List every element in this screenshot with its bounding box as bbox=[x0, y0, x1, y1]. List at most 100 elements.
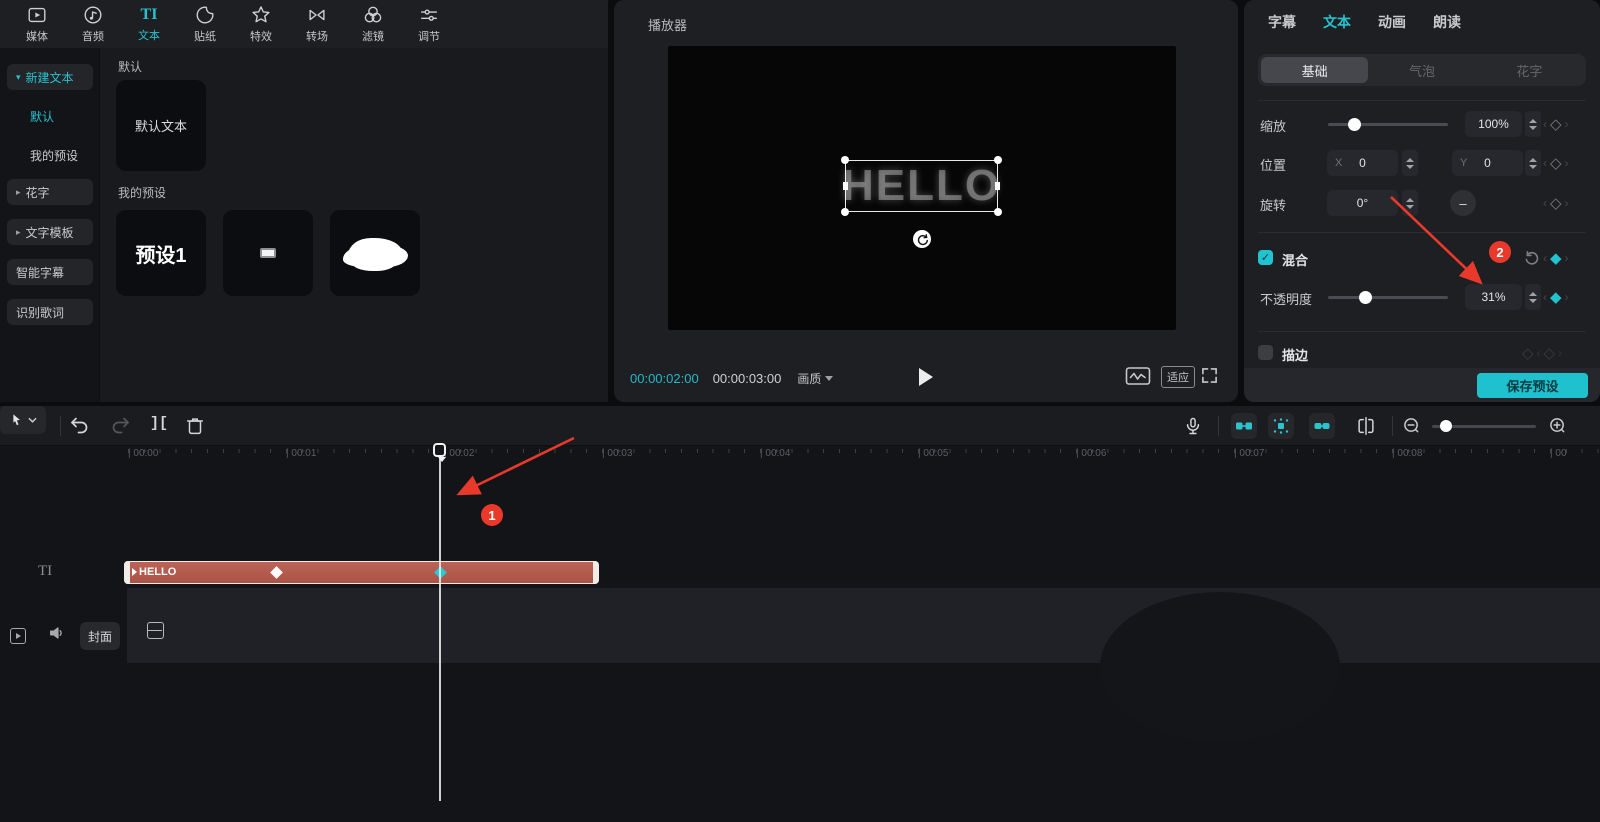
default-text-card[interactable]: 默认文本 bbox=[116, 80, 206, 171]
sidebar-item-recognize-lyrics[interactable]: 识别歌词 bbox=[7, 299, 93, 325]
rotate-handle-icon[interactable] bbox=[913, 230, 931, 248]
prev-keyframe-icon[interactable]: ‹ bbox=[1534, 346, 1544, 360]
quality-dropdown[interactable]: 画质 bbox=[797, 370, 833, 387]
next-keyframe-icon[interactable]: › bbox=[1562, 196, 1572, 210]
keyframe-marker-active[interactable] bbox=[434, 566, 447, 579]
sidebar-item-default[interactable]: 默认 bbox=[30, 108, 54, 125]
opacity-stepper[interactable] bbox=[1525, 284, 1541, 310]
linkage-button[interactable] bbox=[1309, 413, 1335, 439]
keyframe-diamond-icon[interactable]: ◇ bbox=[1550, 154, 1562, 172]
tab-text[interactable]: TI 文本 bbox=[121, 0, 177, 48]
text-selection-box[interactable]: HELLO bbox=[845, 160, 998, 212]
subtab-fancy[interactable]: 花字 bbox=[1476, 57, 1583, 83]
selection-handle-tl[interactable] bbox=[841, 156, 849, 164]
prev-keyframe-icon[interactable]: ‹ bbox=[1540, 196, 1550, 210]
prev-keyframe-icon[interactable]: ‹ bbox=[1540, 156, 1550, 170]
selection-handle-bl[interactable] bbox=[841, 208, 849, 216]
play-button[interactable] bbox=[919, 368, 933, 386]
next-keyframe-icon[interactable]: › bbox=[1562, 251, 1572, 265]
redo-button[interactable] bbox=[108, 414, 132, 438]
tab-filters[interactable]: 滤镜 bbox=[345, 0, 401, 48]
keyframe-diamond-icon[interactable]: ◇ bbox=[1544, 344, 1556, 362]
zoom-out-button[interactable] bbox=[1403, 417, 1420, 434]
preset-card-3[interactable] bbox=[330, 210, 420, 296]
scale-value[interactable]: 100% bbox=[1465, 111, 1522, 137]
keyframe-diamond-icon[interactable]: ◇ bbox=[1550, 115, 1562, 133]
rotation-value-field[interactable]: 0° bbox=[1327, 190, 1398, 216]
clip-trim-handle-left[interactable] bbox=[124, 561, 130, 584]
selection-handle-tr[interactable] bbox=[994, 156, 1002, 164]
tab-media[interactable]: 媒体 bbox=[9, 0, 65, 48]
stroke-checkbox[interactable] bbox=[1258, 345, 1273, 360]
prev-keyframe-icon[interactable]: ‹ bbox=[1540, 117, 1550, 131]
save-preset-button[interactable]: 保存预设 bbox=[1477, 373, 1588, 398]
selection-handle-right[interactable] bbox=[995, 182, 1000, 190]
scale-slider[interactable] bbox=[1328, 123, 1448, 126]
playhead-pin[interactable] bbox=[433, 443, 446, 457]
canvas-text[interactable]: HELLO bbox=[846, 161, 997, 211]
sidebar-item-my-presets[interactable]: 我的预设 bbox=[30, 147, 78, 164]
select-tool-button[interactable] bbox=[0, 406, 46, 434]
track-preview-toggle-icon[interactable] bbox=[10, 628, 26, 644]
position-x-stepper[interactable] bbox=[1402, 150, 1418, 176]
fullscreen-icon[interactable] bbox=[1201, 367, 1218, 384]
sidebar-item-smart-subtitles[interactable]: 智能字幕 bbox=[7, 259, 93, 285]
main-track-magnet-button[interactable] bbox=[1231, 413, 1257, 439]
tab-effects[interactable]: 特效 bbox=[233, 0, 289, 48]
sidebar-item-fancy-text[interactable]: ▸ 花字 bbox=[7, 179, 93, 205]
add-media-track-icon[interactable] bbox=[147, 622, 164, 639]
keyframe-diamond-icon[interactable]: ◆ bbox=[1550, 288, 1562, 306]
record-voiceover-button[interactable] bbox=[1183, 414, 1203, 438]
keyframe-diamond-icon[interactable]: ◆ bbox=[1550, 249, 1562, 267]
video-canvas[interactable]: HELLO bbox=[668, 46, 1176, 330]
scale-stepper[interactable] bbox=[1525, 111, 1541, 137]
keyframe-marker[interactable] bbox=[270, 566, 283, 579]
preset-card-2[interactable] bbox=[223, 210, 313, 296]
auto-snap-button[interactable] bbox=[1268, 413, 1294, 439]
preview-axis-button[interactable] bbox=[1355, 415, 1377, 437]
prev-keyframe-icon[interactable]: ‹ bbox=[1540, 290, 1550, 304]
cover-button[interactable]: 封面 bbox=[80, 622, 120, 650]
position-y-stepper[interactable] bbox=[1525, 150, 1541, 176]
subtab-bubble[interactable]: 气泡 bbox=[1368, 57, 1475, 83]
prev-keyframe-icon[interactable]: ‹ bbox=[1540, 251, 1550, 265]
sidebar-item-new-text[interactable]: ▾ 新建文本 bbox=[7, 64, 93, 90]
delete-button[interactable] bbox=[184, 414, 206, 438]
reset-icon[interactable] bbox=[1524, 250, 1540, 266]
tab-audio[interactable]: 音频 bbox=[65, 0, 121, 48]
blend-checkbox[interactable]: ✓ bbox=[1258, 250, 1273, 265]
next-keyframe-icon[interactable]: › bbox=[1562, 117, 1572, 131]
main-video-track[interactable] bbox=[127, 588, 1600, 663]
position-y-field[interactable]: Y 0 bbox=[1452, 150, 1523, 176]
next-keyframe-icon[interactable]: › bbox=[1562, 290, 1572, 304]
rotation-dial[interactable]: – bbox=[1450, 190, 1476, 216]
subtab-basic[interactable]: 基础 bbox=[1261, 57, 1368, 83]
tab-subtitles[interactable]: 字幕 bbox=[1268, 12, 1296, 32]
selection-handle-br[interactable] bbox=[994, 208, 1002, 216]
timeline-zoom-slider[interactable] bbox=[1432, 425, 1536, 428]
tab-animation[interactable]: 动画 bbox=[1378, 12, 1406, 32]
opacity-slider[interactable] bbox=[1328, 296, 1448, 299]
tab-adjust[interactable]: 调节 bbox=[401, 0, 457, 48]
zoom-in-button[interactable] bbox=[1549, 417, 1566, 434]
clip-trim-handle-right[interactable] bbox=[593, 561, 599, 584]
tab-read-aloud[interactable]: 朗读 bbox=[1433, 12, 1461, 32]
rotation-stepper[interactable] bbox=[1402, 190, 1418, 216]
next-keyframe-icon[interactable]: › bbox=[1562, 156, 1572, 170]
tab-sticker[interactable]: 贴纸 bbox=[177, 0, 233, 48]
preview-quality-icon[interactable] bbox=[1125, 366, 1151, 386]
tab-text-settings[interactable]: 文本 bbox=[1323, 12, 1351, 32]
tab-transitions[interactable]: 转场 bbox=[289, 0, 345, 48]
keyframe-diamond-icon[interactable]: ◇ bbox=[1550, 194, 1562, 212]
next-keyframe-icon[interactable]: › bbox=[1555, 346, 1565, 360]
sidebar-item-text-template[interactable]: ▸ 文字模板 bbox=[7, 219, 93, 245]
keyframe-diamond-icon[interactable]: ◇ bbox=[1522, 344, 1534, 362]
opacity-value[interactable]: 31% bbox=[1465, 284, 1522, 310]
split-button[interactable]: ][ bbox=[150, 415, 168, 432]
text-clip[interactable]: HELLO bbox=[124, 561, 598, 584]
timeline-ruler[interactable]: | 00:00| 00:01| 00:02| 00:03| 00:04| 00:… bbox=[0, 446, 1600, 462]
preset-card-1[interactable]: 预设1 bbox=[116, 210, 206, 296]
fit-button[interactable]: 适应 bbox=[1161, 366, 1195, 388]
selection-handle-left[interactable] bbox=[843, 182, 848, 190]
position-x-field[interactable]: X 0 bbox=[1327, 150, 1398, 176]
